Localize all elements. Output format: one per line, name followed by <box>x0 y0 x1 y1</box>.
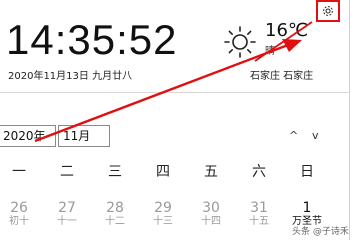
prev-month-button[interactable]: ^ <box>289 129 298 142</box>
day-number: 29 <box>154 200 172 216</box>
lunar-date: 十三 <box>153 216 173 227</box>
calendar-day[interactable]: 26 初十 <box>0 200 39 228</box>
lunar-date: 十四 <box>201 216 221 227</box>
chevron-down-icon: v <box>312 129 319 142</box>
lunar-date: 十二 <box>105 216 125 227</box>
weekday-label: 五 <box>204 164 218 180</box>
lunar-date: 初十 <box>9 216 29 227</box>
day-number: 31 <box>250 200 268 216</box>
sun-icon <box>224 26 256 58</box>
lunar-date: 十五 <box>249 216 269 227</box>
day-number: 28 <box>106 200 124 216</box>
clock-date: 2020年11月13日 九月廿八 <box>8 71 133 82</box>
calendar-day[interactable]: 31 十五 <box>239 200 279 228</box>
day-number: 27 <box>58 200 76 216</box>
weather-condition: 晴 <box>265 46 275 57</box>
calendar-day[interactable]: 29 十三 <box>143 200 183 228</box>
weekday-label: 六 <box>252 164 266 180</box>
year-select[interactable]: 2020年 <box>0 125 56 147</box>
weekday-label: 三 <box>108 164 122 180</box>
month-select[interactable]: 11月 <box>58 125 110 147</box>
weekday-label: 二 <box>60 164 74 180</box>
settings-button[interactable] <box>316 0 340 22</box>
weekday-label: 四 <box>156 164 170 180</box>
weather-location: 石家庄 石家庄 <box>250 71 314 82</box>
weather-temperature: 16℃ <box>265 20 309 41</box>
calendar-day[interactable]: 30 十四 <box>191 200 231 228</box>
weekday-header: 一 二 三 四 五 六 日 <box>0 161 350 181</box>
chevron-up-icon: ^ <box>289 129 299 142</box>
day-number: 1 <box>302 200 312 216</box>
weekday-label: 一 <box>12 164 26 180</box>
watermark: 头条 @子诗禾 <box>292 227 349 237</box>
day-number: 30 <box>202 200 220 216</box>
calendar-day[interactable]: 27 十一 <box>47 200 87 228</box>
gear-icon <box>323 6 333 16</box>
day-number: 26 <box>10 200 28 216</box>
calendar-day[interactable]: 28 十二 <box>95 200 135 228</box>
next-month-button[interactable]: v <box>312 129 319 142</box>
divider <box>0 92 350 93</box>
clock-time: 14:35:52 <box>6 16 178 63</box>
weekday-label: 日 <box>300 164 314 180</box>
lunar-date: 十一 <box>57 216 77 227</box>
